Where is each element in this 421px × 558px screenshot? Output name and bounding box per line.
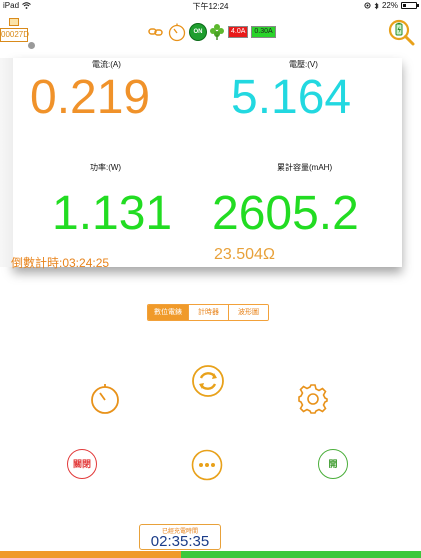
countdown-timer: 倒數計時:03:24:25 [11, 256, 110, 270]
device-icon [9, 18, 19, 26]
close-button[interactable]: 關閉 [67, 449, 97, 479]
link-icon [148, 28, 163, 36]
current-value: 0.219 [30, 71, 151, 124]
resistance-value: 23.504Ω [214, 246, 275, 263]
timer-icon [91, 384, 119, 414]
status-right: 22% [364, 1, 419, 10]
mode-tabs: 數位電錶 計時器 波形圖 [147, 304, 269, 321]
clover-icon [210, 24, 224, 40]
power-value: 1.131 [52, 187, 173, 240]
settings-button[interactable] [296, 382, 330, 421]
battery-search-icon [388, 19, 415, 46]
location-icon [364, 2, 371, 9]
current-limit-high-label: 4.0A [228, 26, 249, 38]
tab-digital-meter[interactable]: 數位電錶 [148, 305, 188, 320]
power-label: 功率:(W) [90, 163, 122, 172]
current-limit-low-label: 0.30A [251, 26, 276, 38]
bluetooth-icon [374, 2, 379, 9]
timer-button[interactable] [88, 382, 122, 421]
progress-orange [0, 551, 181, 558]
on-badge: ON [190, 24, 206, 40]
more-icon [191, 449, 223, 481]
search-battery-button[interactable] [387, 18, 415, 46]
stopwatch-icon [168, 23, 186, 42]
status-time: 下午12:24 [192, 2, 229, 11]
readings-card: 電流:(A) 0.219 電壓:(V) 5.164 功率:(W) 1.131 累… [0, 58, 402, 267]
voltage-label: 電壓:(V) [289, 60, 318, 69]
tab-timer[interactable]: 計時器 [188, 305, 228, 320]
power-on-button[interactable]: ON [190, 22, 206, 42]
voltage-value: 5.164 [231, 71, 352, 124]
battery-icon [401, 2, 419, 9]
current-limit-low[interactable]: 0.30A [251, 22, 276, 42]
battery-percent: 22% [381, 1, 398, 10]
progress-green [181, 551, 421, 558]
connection-dot [28, 42, 35, 49]
refresh-icon [192, 365, 224, 397]
top-toolbar: ON 4.0A 0.30A [148, 22, 276, 42]
charge-time-value: 02:35:35 [150, 533, 210, 550]
charge-progress-bar [0, 551, 421, 558]
device-id-label: 00027D [0, 28, 29, 42]
gear-icon [298, 384, 328, 414]
clover-button[interactable] [209, 22, 225, 42]
refresh-button[interactable] [191, 364, 225, 403]
open-button[interactable]: 開 [318, 449, 348, 479]
capacity-label: 累計容量(mAH) [277, 163, 333, 172]
capacity-value: 2605.2 [212, 187, 359, 240]
device-id-widget[interactable]: 00027D [0, 16, 35, 49]
link-button[interactable] [148, 22, 164, 42]
more-button[interactable] [191, 449, 223, 486]
current-label: 電流:(A) [92, 60, 121, 69]
tab-waveform[interactable]: 波形圖 [228, 305, 268, 320]
status-bar: iPad 下午12:24 22% [0, 0, 421, 12]
charge-time-box: 已經充電時間 02:35:35 [139, 524, 221, 550]
current-limit-high[interactable]: 4.0A [228, 22, 249, 42]
timer-toolbar-button[interactable] [167, 22, 187, 42]
